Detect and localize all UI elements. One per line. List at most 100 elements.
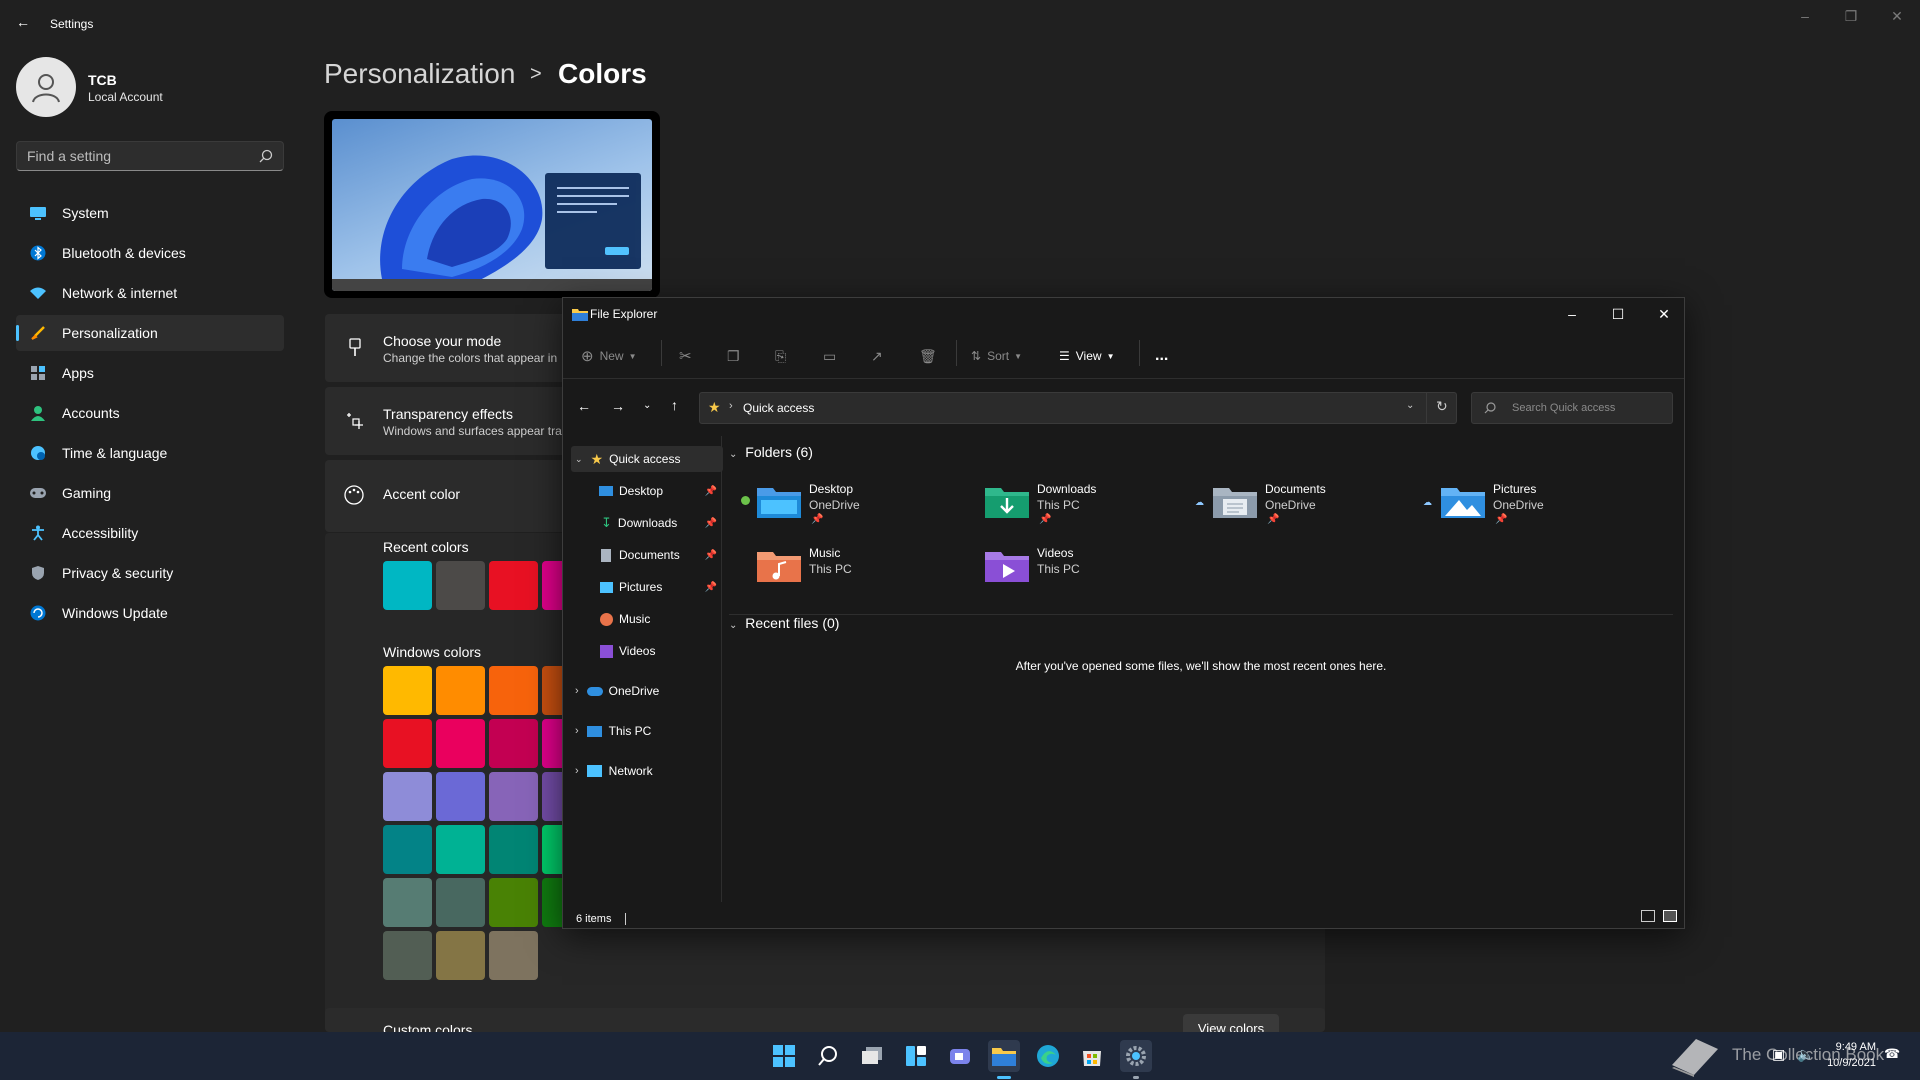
nav-item-accessibility[interactable]: Accessibility: [16, 515, 284, 551]
more-options-button[interactable]: ...: [1155, 338, 1168, 374]
nav-downloads[interactable]: ↧ Downloads 📌: [571, 510, 723, 536]
new-button[interactable]: ⊕ New ▼: [581, 338, 637, 374]
nav-music[interactable]: Music: [571, 606, 723, 632]
nav-this-pc[interactable]: › This PC: [571, 718, 723, 744]
windows-color-swatch[interactable]: [383, 825, 432, 874]
file-explorer-icon[interactable]: [988, 1040, 1020, 1079]
refresh-icon[interactable]: ↻: [1436, 398, 1448, 415]
windows-color-swatch[interactable]: [489, 878, 538, 927]
up-arrow-icon[interactable]: ↑: [671, 397, 678, 413]
windows-color-swatch[interactable]: [383, 772, 432, 821]
windows-color-swatch[interactable]: [489, 825, 538, 874]
clock-date[interactable]: 10/9/2021: [1824, 1057, 1876, 1069]
minimize-icon[interactable]: –: [1782, 0, 1828, 32]
nav-label: Downloads: [617, 516, 678, 530]
recent-files-header[interactable]: ⌄ Recent files (0): [729, 615, 839, 631]
close-icon[interactable]: ✕: [1641, 298, 1687, 330]
view-colors-button[interactable]: View colors: [1183, 1014, 1279, 1032]
view-button[interactable]: ☰ View ▼: [1059, 338, 1114, 374]
nav-item-system[interactable]: System: [16, 195, 284, 231]
volume-icon[interactable]: 🔈: [1797, 1046, 1814, 1063]
folder-music[interactable]: Music This PC: [757, 546, 977, 602]
nav-videos[interactable]: Videos: [571, 638, 723, 664]
nav-item-personalization[interactable]: Personalization: [16, 315, 284, 351]
avatar[interactable]: [16, 57, 76, 117]
windows-color-swatch[interactable]: [489, 931, 538, 980]
paste-icon[interactable]: ⎘: [775, 338, 786, 374]
nav-item-gaming[interactable]: Gaming: [16, 475, 284, 511]
task-view-icon[interactable]: [856, 1040, 888, 1072]
windows-color-swatch[interactable]: [436, 666, 485, 715]
close-icon[interactable]: ✕: [1874, 0, 1920, 32]
search-input[interactable]: Search Quick access: [1471, 392, 1673, 424]
back-arrow-icon[interactable]: ←: [16, 14, 30, 30]
settings-search-input[interactable]: Find a setting: [16, 141, 284, 171]
widgets-icon[interactable]: [900, 1040, 932, 1072]
search-icon[interactable]: [812, 1040, 844, 1072]
windows-color-swatch[interactable]: [489, 719, 538, 768]
recent-color-swatch[interactable]: [383, 561, 432, 610]
pin-icon: 📌: [704, 485, 717, 497]
clock-time[interactable]: 9:49 AM: [1830, 1041, 1876, 1053]
cut-icon[interactable]: ✂: [679, 338, 692, 374]
sort-button[interactable]: ⇅ Sort ▼: [971, 338, 1022, 374]
windows-color-swatch[interactable]: [436, 878, 485, 927]
recent-color-swatch[interactable]: [489, 561, 538, 610]
nav-item-privacy[interactable]: Privacy & security: [16, 555, 284, 591]
nav-item-apps[interactable]: Apps: [16, 355, 284, 391]
wifi-icon: [28, 283, 48, 303]
rename-icon[interactable]: ▭: [823, 338, 836, 374]
nav-quick-access[interactable]: ⌄ ★ Quick access: [571, 446, 723, 472]
large-icons-view-icon[interactable]: [1663, 910, 1677, 922]
folder-documents[interactable]: ☁ Documents OneDrive 📌: [1195, 482, 1433, 538]
folder-desktop[interactable]: Desktop OneDrive 📌: [741, 482, 977, 538]
folder-pictures[interactable]: ☁ Pictures OneDrive 📌: [1423, 482, 1661, 538]
windows-color-swatch[interactable]: [383, 719, 432, 768]
delete-icon[interactable]: 🗑: [919, 338, 937, 374]
restore-icon[interactable]: ❐: [1828, 0, 1874, 32]
address-bar[interactable]: ★ › Quick access ⌄ ↻: [699, 392, 1457, 424]
chat-icon[interactable]: [944, 1040, 976, 1072]
share-icon[interactable]: ↗: [871, 338, 883, 374]
nav-item-network[interactable]: Network & internet: [16, 275, 284, 311]
nav-item-time-language[interactable]: Time & language: [16, 435, 284, 471]
edge-icon[interactable]: [1032, 1040, 1064, 1072]
copy-icon[interactable]: ❐: [727, 338, 740, 374]
windows-color-swatch[interactable]: [489, 666, 538, 715]
folder-videos[interactable]: Videos This PC: [985, 546, 1205, 602]
back-arrow-icon[interactable]: ←: [577, 398, 591, 414]
nav-item-accounts[interactable]: Accounts: [16, 395, 284, 431]
nav-network[interactable]: › Network: [571, 758, 723, 784]
folders-header[interactable]: ⌄ Folders (6): [729, 444, 813, 460]
start-icon[interactable]: [768, 1040, 800, 1072]
recent-locations-icon[interactable]: ⌄: [643, 400, 651, 411]
windows-color-swatch[interactable]: [489, 772, 538, 821]
nav-label: Windows Update: [62, 605, 168, 621]
nav-pictures[interactable]: Pictures 📌: [571, 574, 723, 600]
notification-icon[interactable]: ☎: [1884, 1046, 1900, 1062]
windows-color-swatch[interactable]: [436, 719, 485, 768]
windows-color-swatch[interactable]: [383, 666, 432, 715]
maximize-icon[interactable]: ☐: [1595, 298, 1641, 330]
breadcrumb-parent[interactable]: Personalization: [324, 58, 515, 90]
nav-onedrive[interactable]: › OneDrive: [571, 678, 723, 704]
forward-arrow-icon[interactable]: →: [611, 398, 625, 414]
settings-icon[interactable]: [1120, 1040, 1152, 1079]
windows-color-swatch[interactable]: [383, 931, 432, 980]
windows-color-swatch[interactable]: [436, 931, 485, 980]
details-view-icon[interactable]: [1641, 910, 1655, 922]
nav-item-bluetooth[interactable]: Bluetooth & devices: [16, 235, 284, 271]
network-icon[interactable]: ▣: [1772, 1046, 1785, 1063]
store-icon[interactable]: [1076, 1040, 1108, 1072]
chevron-down-icon[interactable]: ⌄: [1406, 400, 1414, 411]
nav-desktop[interactable]: Desktop 📌: [571, 478, 723, 504]
running-indicator: [997, 1076, 1011, 1079]
folder-downloads[interactable]: Downloads This PC 📌: [985, 482, 1205, 538]
windows-color-swatch[interactable]: [436, 825, 485, 874]
nav-documents[interactable]: Documents 📌: [571, 542, 723, 568]
nav-item-windows-update[interactable]: Windows Update: [16, 595, 284, 631]
minimize-icon[interactable]: –: [1549, 298, 1595, 330]
recent-color-swatch[interactable]: [436, 561, 485, 610]
windows-color-swatch[interactable]: [383, 878, 432, 927]
windows-color-swatch[interactable]: [436, 772, 485, 821]
